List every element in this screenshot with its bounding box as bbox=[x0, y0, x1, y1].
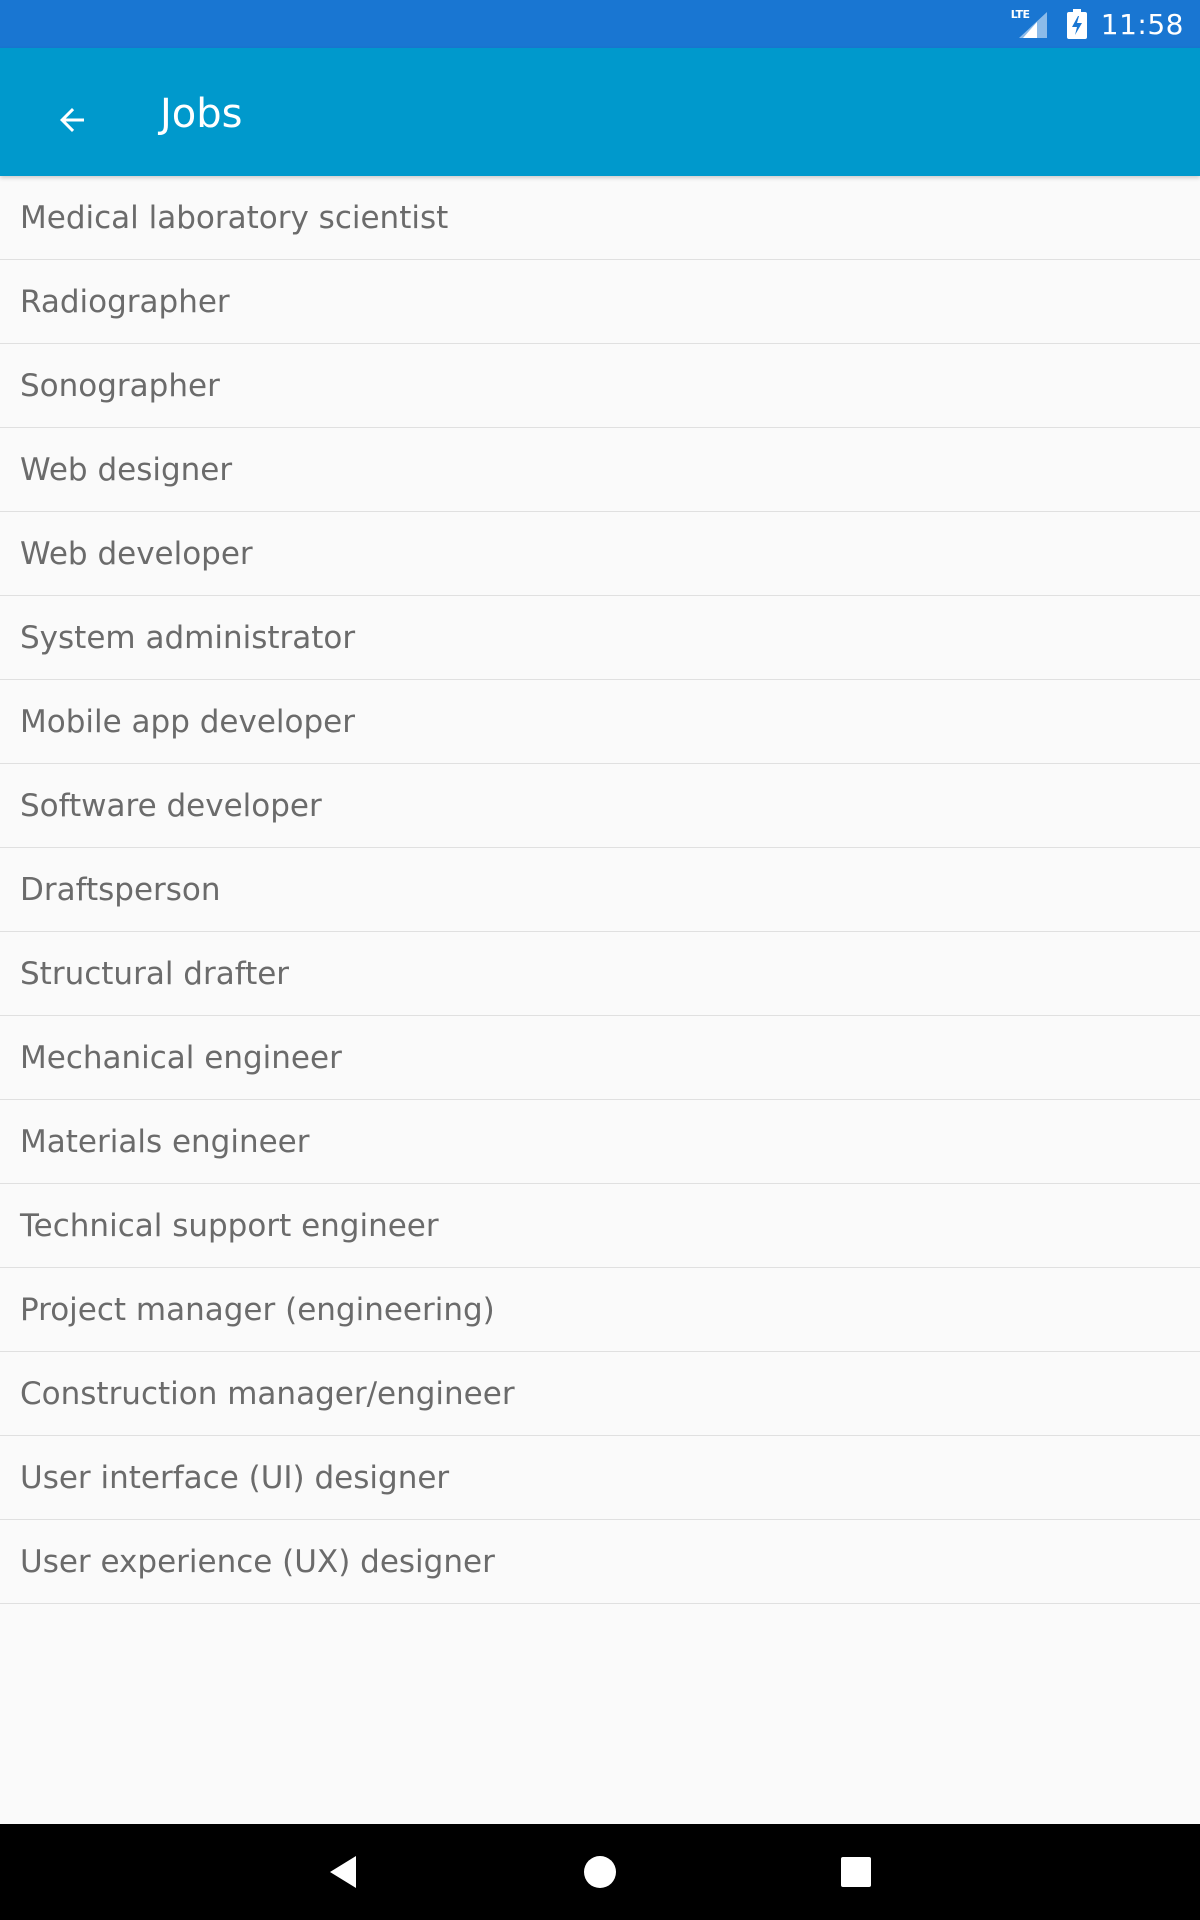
arrow-back-icon[interactable] bbox=[40, 88, 104, 152]
battery-charging-icon bbox=[1066, 9, 1087, 39]
list-item[interactable]: Materials engineer bbox=[0, 1100, 1200, 1184]
nav-recents-icon[interactable] bbox=[826, 1842, 886, 1902]
list-item[interactable]: Construction manager/engineer bbox=[0, 1352, 1200, 1436]
list-item[interactable]: Software developer bbox=[0, 764, 1200, 848]
list-item[interactable]: Structural drafter bbox=[0, 932, 1200, 1016]
page-title: Jobs bbox=[160, 91, 243, 137]
navigation-bar bbox=[0, 1824, 1200, 1920]
list-item[interactable]: Medical laboratory scientist bbox=[0, 176, 1200, 260]
list-item[interactable]: Web developer bbox=[0, 512, 1200, 596]
status-time: 11:58 bbox=[1100, 7, 1184, 41]
list-item[interactable]: System administrator bbox=[0, 596, 1200, 680]
list-item[interactable]: Technical support engineer bbox=[0, 1184, 1200, 1268]
status-bar: LTE 11:58 bbox=[0, 0, 1200, 48]
list-item[interactable]: Project manager (engineering) bbox=[0, 1268, 1200, 1352]
list-item[interactable]: User experience (UX) designer bbox=[0, 1520, 1200, 1604]
app-bar: Jobs bbox=[0, 48, 1200, 176]
jobs-list: Medical laboratory scientist Radiographe… bbox=[0, 176, 1200, 1604]
list-item[interactable]: Web designer bbox=[0, 428, 1200, 512]
nav-home-icon[interactable] bbox=[570, 1842, 630, 1902]
list-item[interactable]: Mobile app developer bbox=[0, 680, 1200, 764]
list-item[interactable]: Radiographer bbox=[0, 260, 1200, 344]
list-item[interactable]: User interface (UI) designer bbox=[0, 1436, 1200, 1520]
nav-back-icon[interactable] bbox=[314, 1842, 374, 1902]
list-item[interactable]: Mechanical engineer bbox=[0, 1016, 1200, 1100]
list-item[interactable]: Draftsperson bbox=[0, 848, 1200, 932]
lte-signal-icon: LTE bbox=[1011, 8, 1049, 40]
network-type-label: LTE bbox=[1010, 8, 1030, 21]
list-item[interactable]: Sonographer bbox=[0, 344, 1200, 428]
